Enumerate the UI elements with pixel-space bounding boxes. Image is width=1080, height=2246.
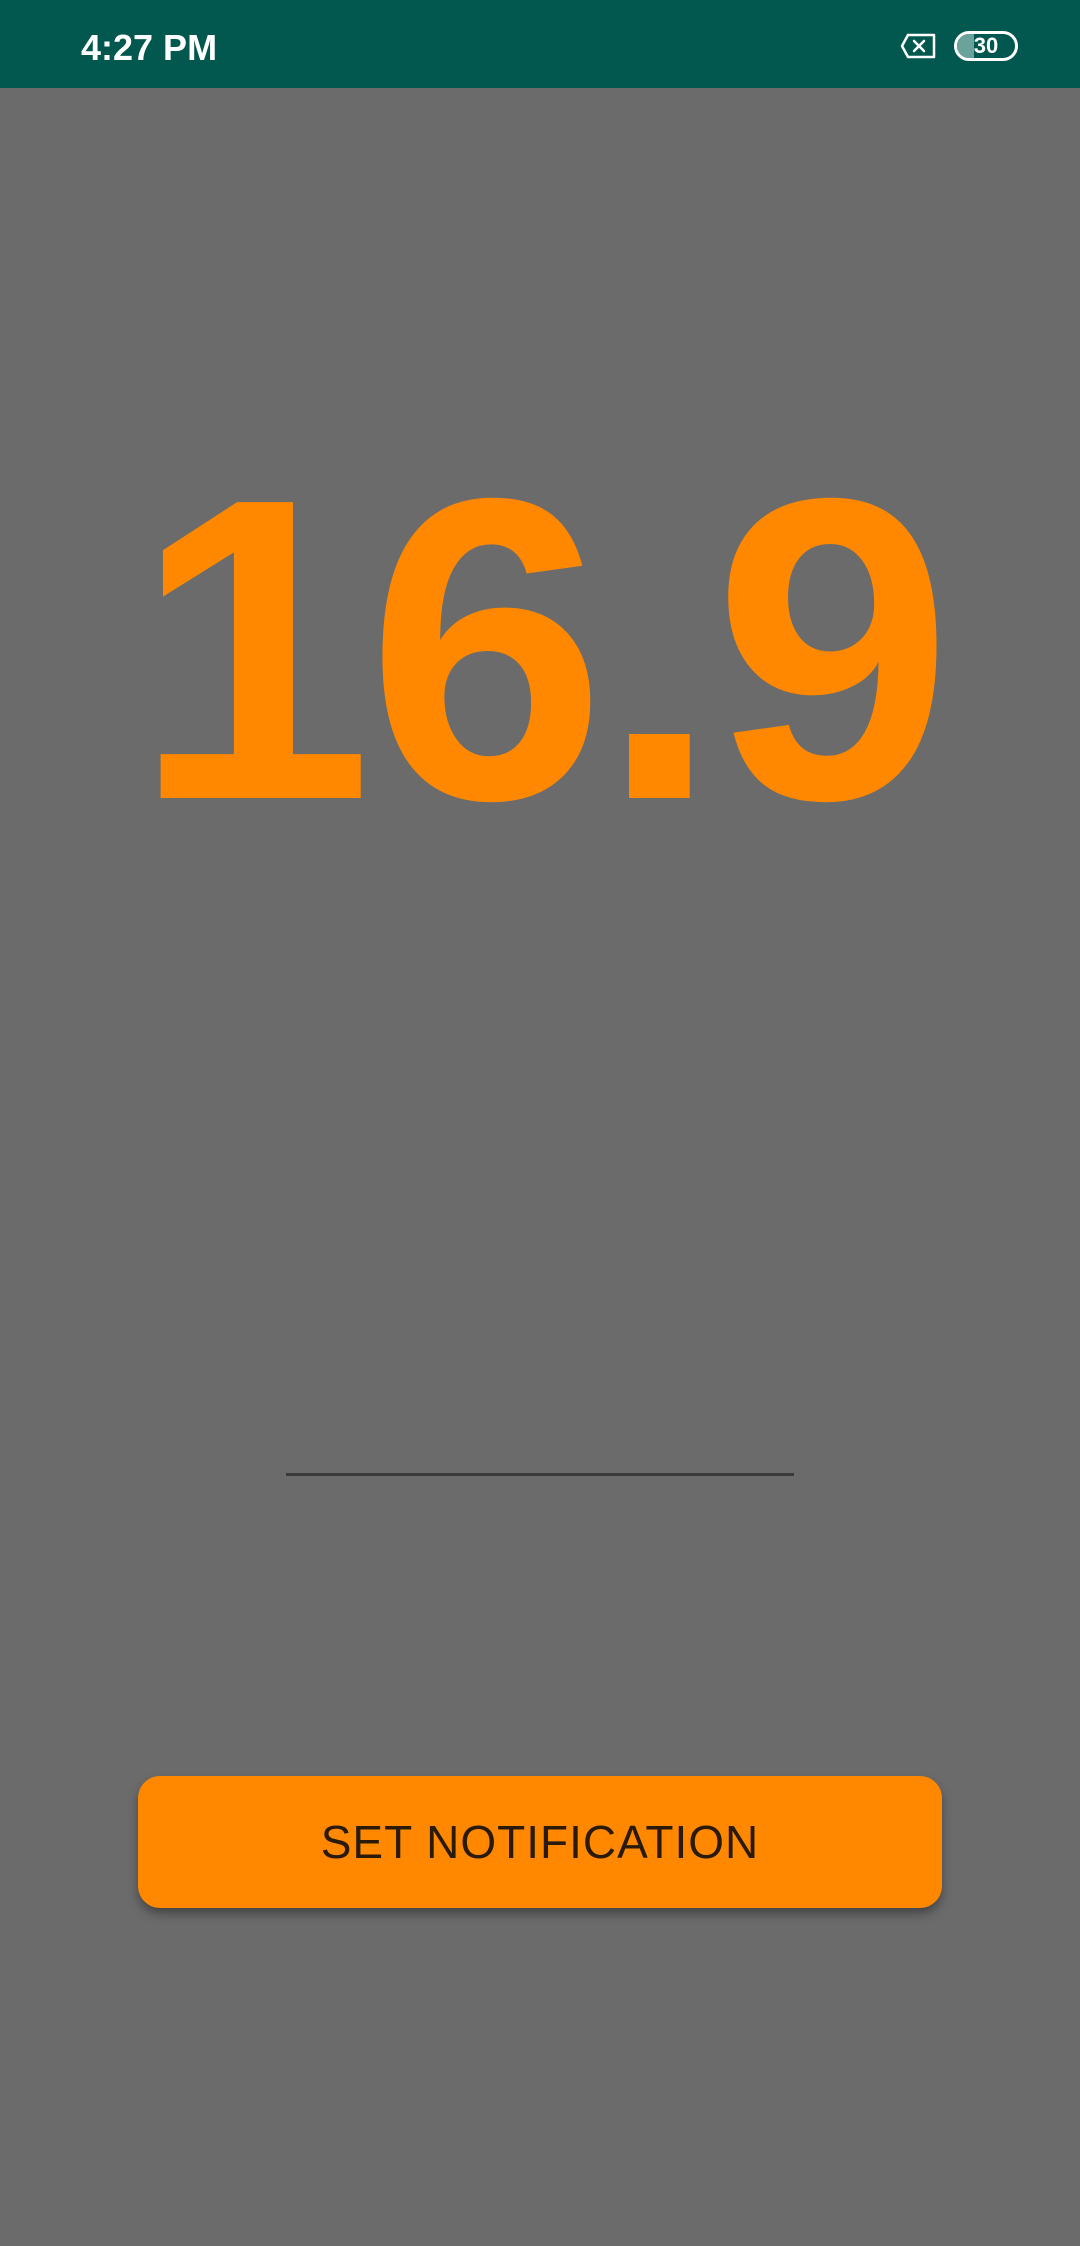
value-display: 16.9 [133,410,953,890]
status-bar: 4:27 PM 30 [0,0,1080,88]
battery-icon: 30 [954,31,1018,61]
set-notification-button[interactable]: SET NOTIFICATION [138,1776,942,1908]
sim-off-icon [900,33,936,59]
status-time: 4:27 PM [81,27,218,68]
battery-level: 30 [973,33,999,58]
value-input-underline[interactable] [286,1473,794,1476]
